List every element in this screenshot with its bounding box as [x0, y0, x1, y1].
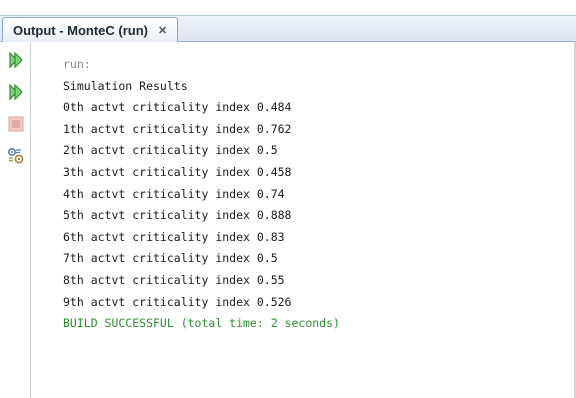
tab-output-montec[interactable]: Output - MonteC (run) ✕: [2, 17, 179, 42]
console-line: 3th actvt criticality index 0.458: [63, 164, 292, 179]
console-line: 2th actvt criticality index 0.5: [63, 143, 278, 158]
console-line: 7th actvt criticality index 0.5: [63, 251, 278, 266]
rerun-with-params-icon[interactable]: [6, 82, 26, 102]
console-line: 1th actvt criticality index 0.762: [63, 121, 292, 136]
console-line: 4th actvt criticality index 0.74: [63, 186, 285, 201]
close-icon[interactable]: ✕: [158, 24, 167, 37]
console-line: 9th actvt criticality index 0.526: [63, 294, 292, 309]
stop-icon[interactable]: [6, 114, 26, 134]
top-strip: [0, 0, 576, 15]
console-line: 0th actvt criticality index 0.484: [63, 100, 292, 115]
console-line: 6th actvt criticality index 0.83: [63, 229, 285, 244]
tab-title: Output - MonteC (run): [13, 22, 149, 38]
tab-bar: Output - MonteC (run) ✕: [0, 15, 576, 42]
output-toolbar: [0, 42, 31, 398]
rerun-icon[interactable]: [6, 50, 26, 70]
console-line: Simulation Results: [63, 78, 188, 93]
console-line: run:: [63, 57, 91, 71]
console-line: 8th actvt criticality index 0.55: [63, 272, 285, 287]
output-window: Output - MonteC (run) ✕ run: Simulation …: [0, 0, 576, 398]
console-line: 5th actvt criticality index 0.888: [63, 208, 292, 223]
console-output[interactable]: run: Simulation Results 0th actvt critical…: [31, 42, 576, 398]
build-status-line: BUILD SUCCESSFUL (total time: 2 seconds): [63, 316, 340, 331]
settings-icon[interactable]: [6, 146, 26, 166]
